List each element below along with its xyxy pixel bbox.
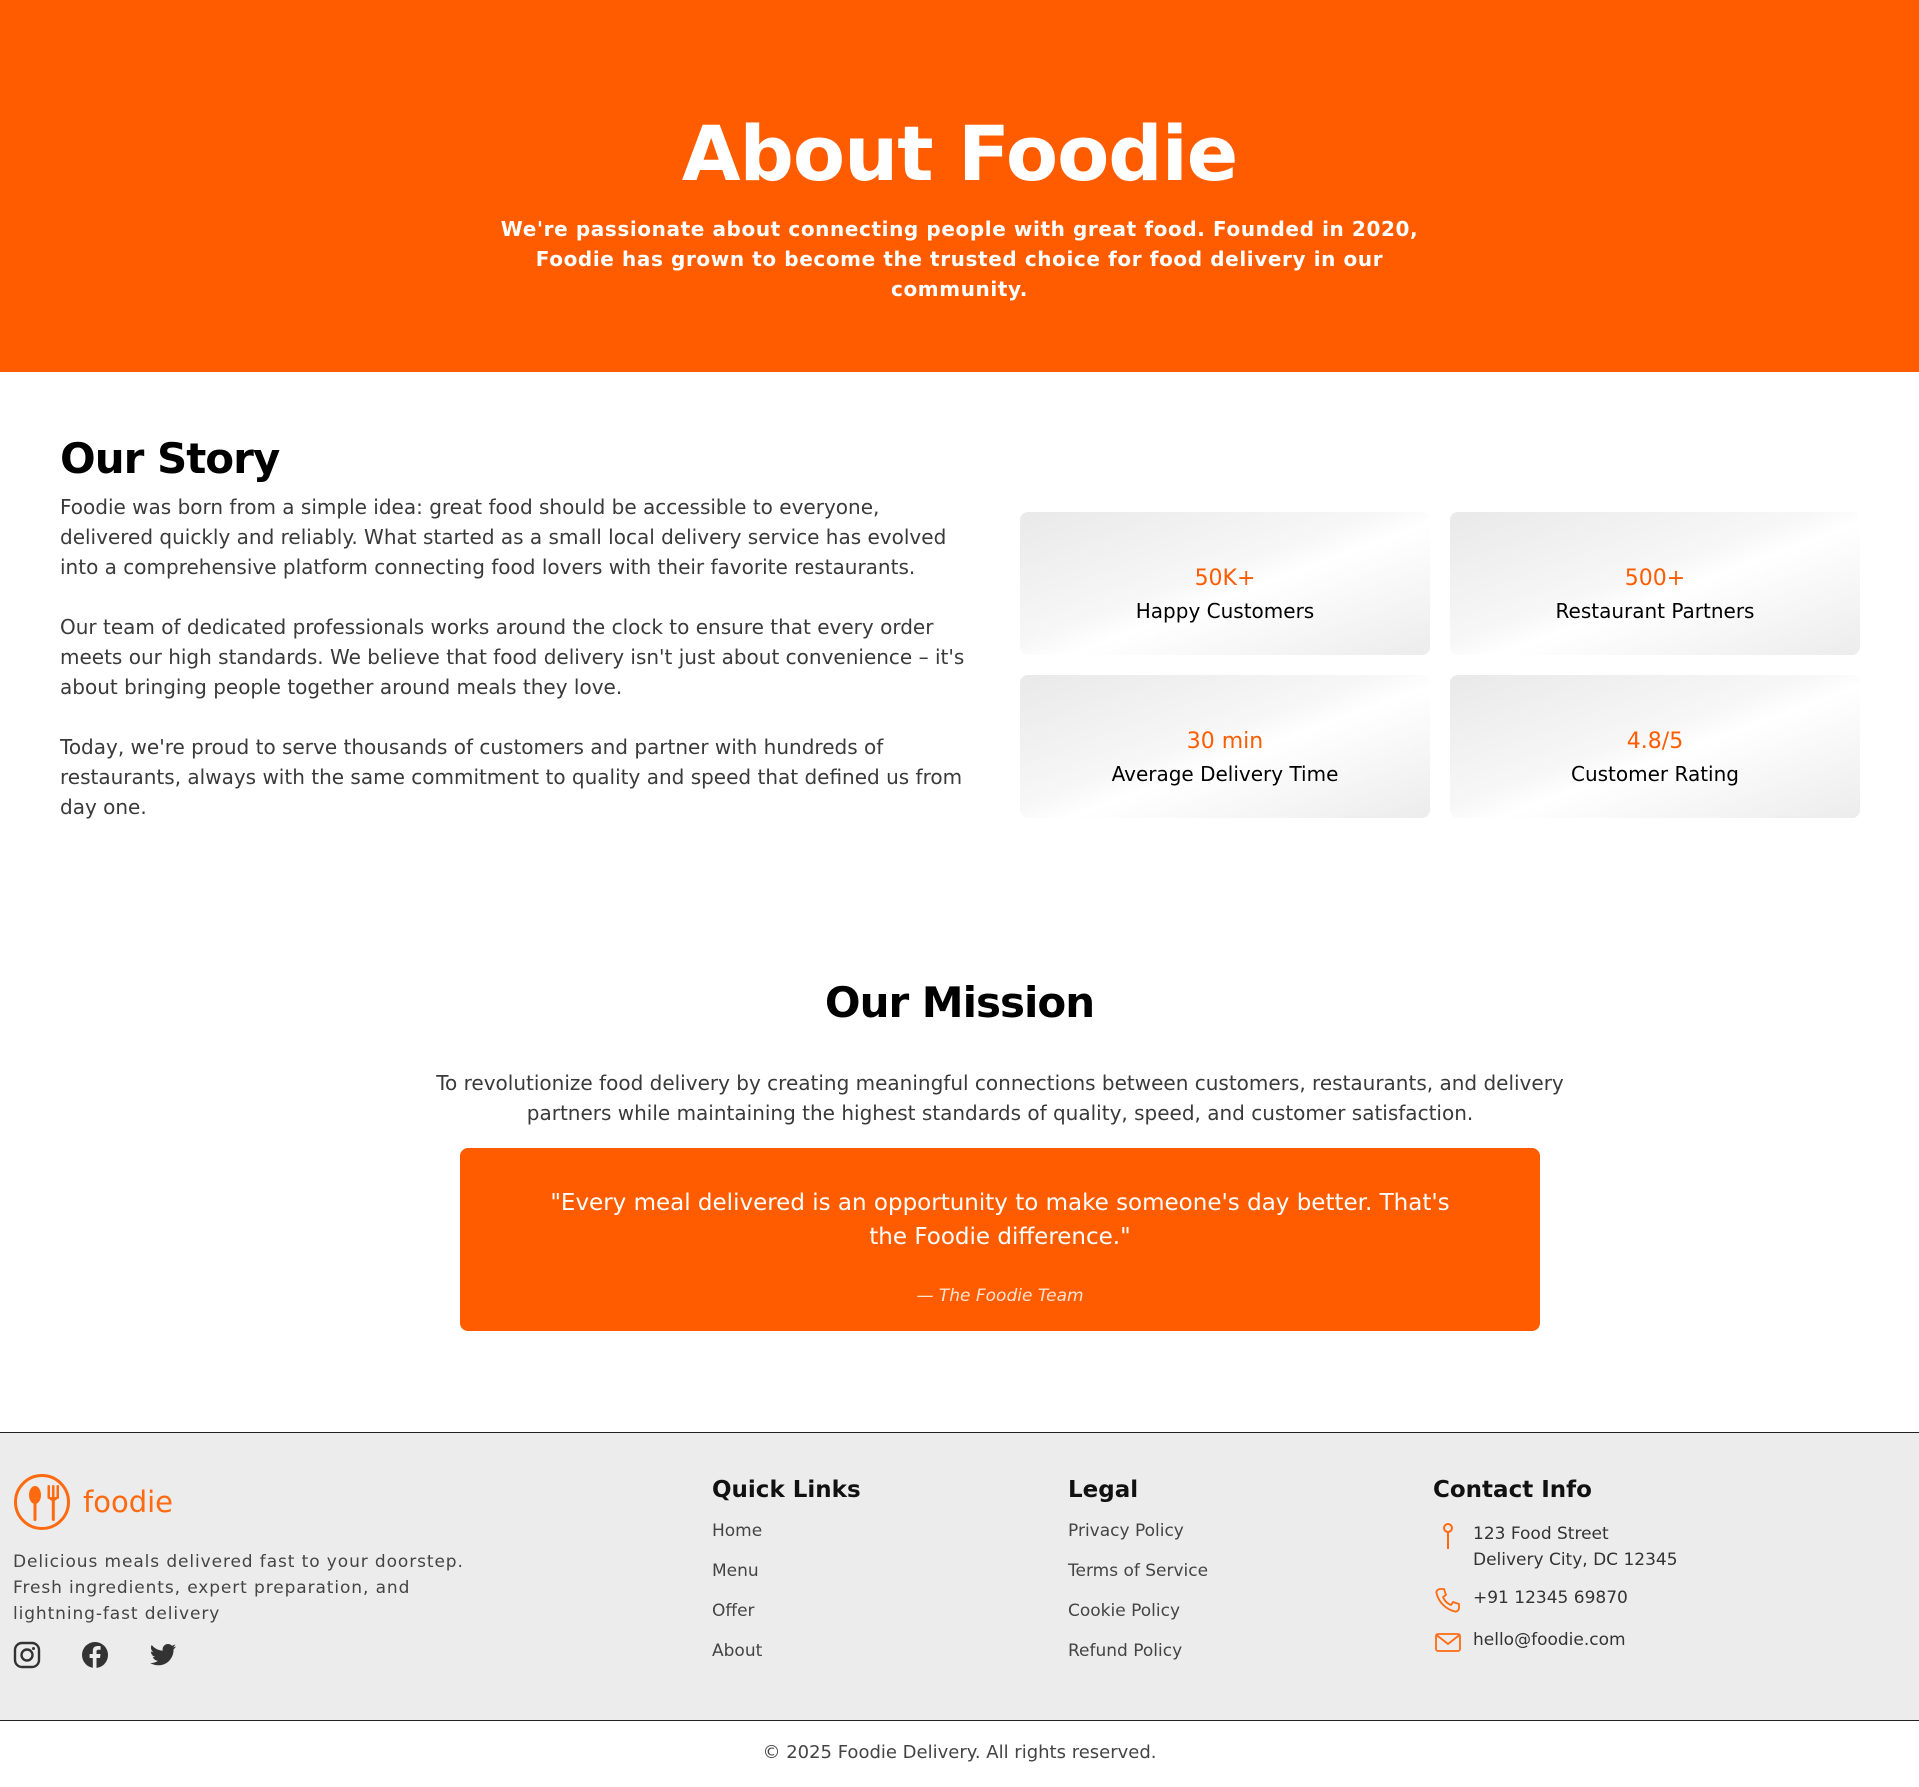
stat-label: Customer Rating xyxy=(1571,762,1739,786)
foodie-logo-icon xyxy=(14,1474,70,1530)
footer-link-offer[interactable]: Offer xyxy=(712,1601,861,1641)
story-title: Our Story xyxy=(60,434,280,483)
quick-links-title: Quick Links xyxy=(712,1477,861,1503)
stat-value: 4.8/5 xyxy=(1626,729,1684,754)
stat-label: Restaurant Partners xyxy=(1555,599,1755,623)
mail-icon xyxy=(1435,1633,1461,1652)
story-paragraph: Foodie was born from a simple idea: grea… xyxy=(60,495,947,579)
stat-value: 50K+ xyxy=(1194,566,1256,591)
footer-link-cookie[interactable]: Cookie Policy xyxy=(1068,1601,1208,1641)
quick-links-column: Quick Links Home Menu Offer About xyxy=(712,1477,861,1681)
mission-text: To revolutionize food delivery by creati… xyxy=(436,1071,1564,1125)
stat-card-restaurants: 500+ Restaurant Partners xyxy=(1450,512,1860,655)
footer-link-menu[interactable]: Menu xyxy=(712,1561,861,1601)
address-line2: Delivery City, DC 12345 xyxy=(1473,1550,1678,1570)
stat-value: 30 min xyxy=(1186,729,1264,754)
twitter-icon[interactable] xyxy=(149,1641,177,1669)
page-title: About Foodie xyxy=(681,109,1239,198)
facebook-icon[interactable] xyxy=(81,1641,109,1669)
legal-title: Legal xyxy=(1068,1477,1139,1503)
mission-quote-box: "Every meal delivered is an opportunity … xyxy=(460,1148,1540,1331)
footer: foodie Delicious meals delivered fast to… xyxy=(0,1432,1919,1721)
footer-logo[interactable]: foodie xyxy=(13,1473,173,1531)
mission-quote: "Every meal delivered is an opportunity … xyxy=(550,1190,1450,1250)
stat-value: 500+ xyxy=(1624,566,1686,591)
contact-column: Contact Info 123 Food Street Delivery Ci… xyxy=(1433,1477,1678,1669)
footer-description: Delicious meals delivered fast to your d… xyxy=(13,1552,464,1624)
phone-icon xyxy=(1435,1588,1460,1613)
logo-text: foodie xyxy=(83,1485,174,1519)
stat-card-delivery-time: 30 min Average Delivery Time xyxy=(1020,675,1430,818)
story-paragraph: Our team of dedicated professionals work… xyxy=(60,615,965,699)
address-line1: 123 Food Street xyxy=(1473,1524,1609,1544)
quote-author: — The Foodie Team xyxy=(916,1286,1084,1306)
contact-email[interactable]: hello@foodie.com xyxy=(1433,1627,1678,1657)
legal-column: Legal Privacy Policy Terms of Service Co… xyxy=(1068,1477,1208,1681)
story-text: Foodie was born from a simple idea: grea… xyxy=(60,492,970,852)
contact-phone[interactable]: +91 12345 69870 xyxy=(1433,1585,1678,1615)
mission-title: Our Mission xyxy=(824,978,1095,1027)
stat-label: Happy Customers xyxy=(1135,599,1315,623)
footer-link-terms[interactable]: Terms of Service xyxy=(1068,1561,1208,1601)
footer-link-about[interactable]: About xyxy=(712,1641,861,1681)
copyright: © 2025 Foodie Delivery. All rights reser… xyxy=(762,1742,1157,1763)
location-pin-icon xyxy=(1443,1523,1453,1549)
hero-banner: About Foodie We're passionate about conn… xyxy=(0,0,1919,372)
email-address: hello@foodie.com xyxy=(1473,1630,1626,1650)
footer-link-refund[interactable]: Refund Policy xyxy=(1068,1641,1208,1681)
contact-title: Contact Info xyxy=(1433,1477,1592,1503)
footer-link-home[interactable]: Home xyxy=(712,1521,861,1561)
stat-card-rating: 4.8/5 Customer Rating xyxy=(1450,675,1860,818)
social-links xyxy=(13,1641,177,1669)
phone-number: +91 12345 69870 xyxy=(1473,1588,1628,1608)
stat-label: Average Delivery Time xyxy=(1111,762,1339,786)
footer-link-privacy[interactable]: Privacy Policy xyxy=(1068,1521,1208,1561)
hero-subtitle: We're passionate about connecting people… xyxy=(500,217,1419,301)
instagram-icon[interactable] xyxy=(13,1641,41,1669)
contact-address: 123 Food Street Delivery City, DC 12345 xyxy=(1433,1521,1678,1573)
story-paragraph: Today, we're proud to serve thousands of… xyxy=(60,735,963,819)
stat-card-customers: 50K+ Happy Customers xyxy=(1020,512,1430,655)
